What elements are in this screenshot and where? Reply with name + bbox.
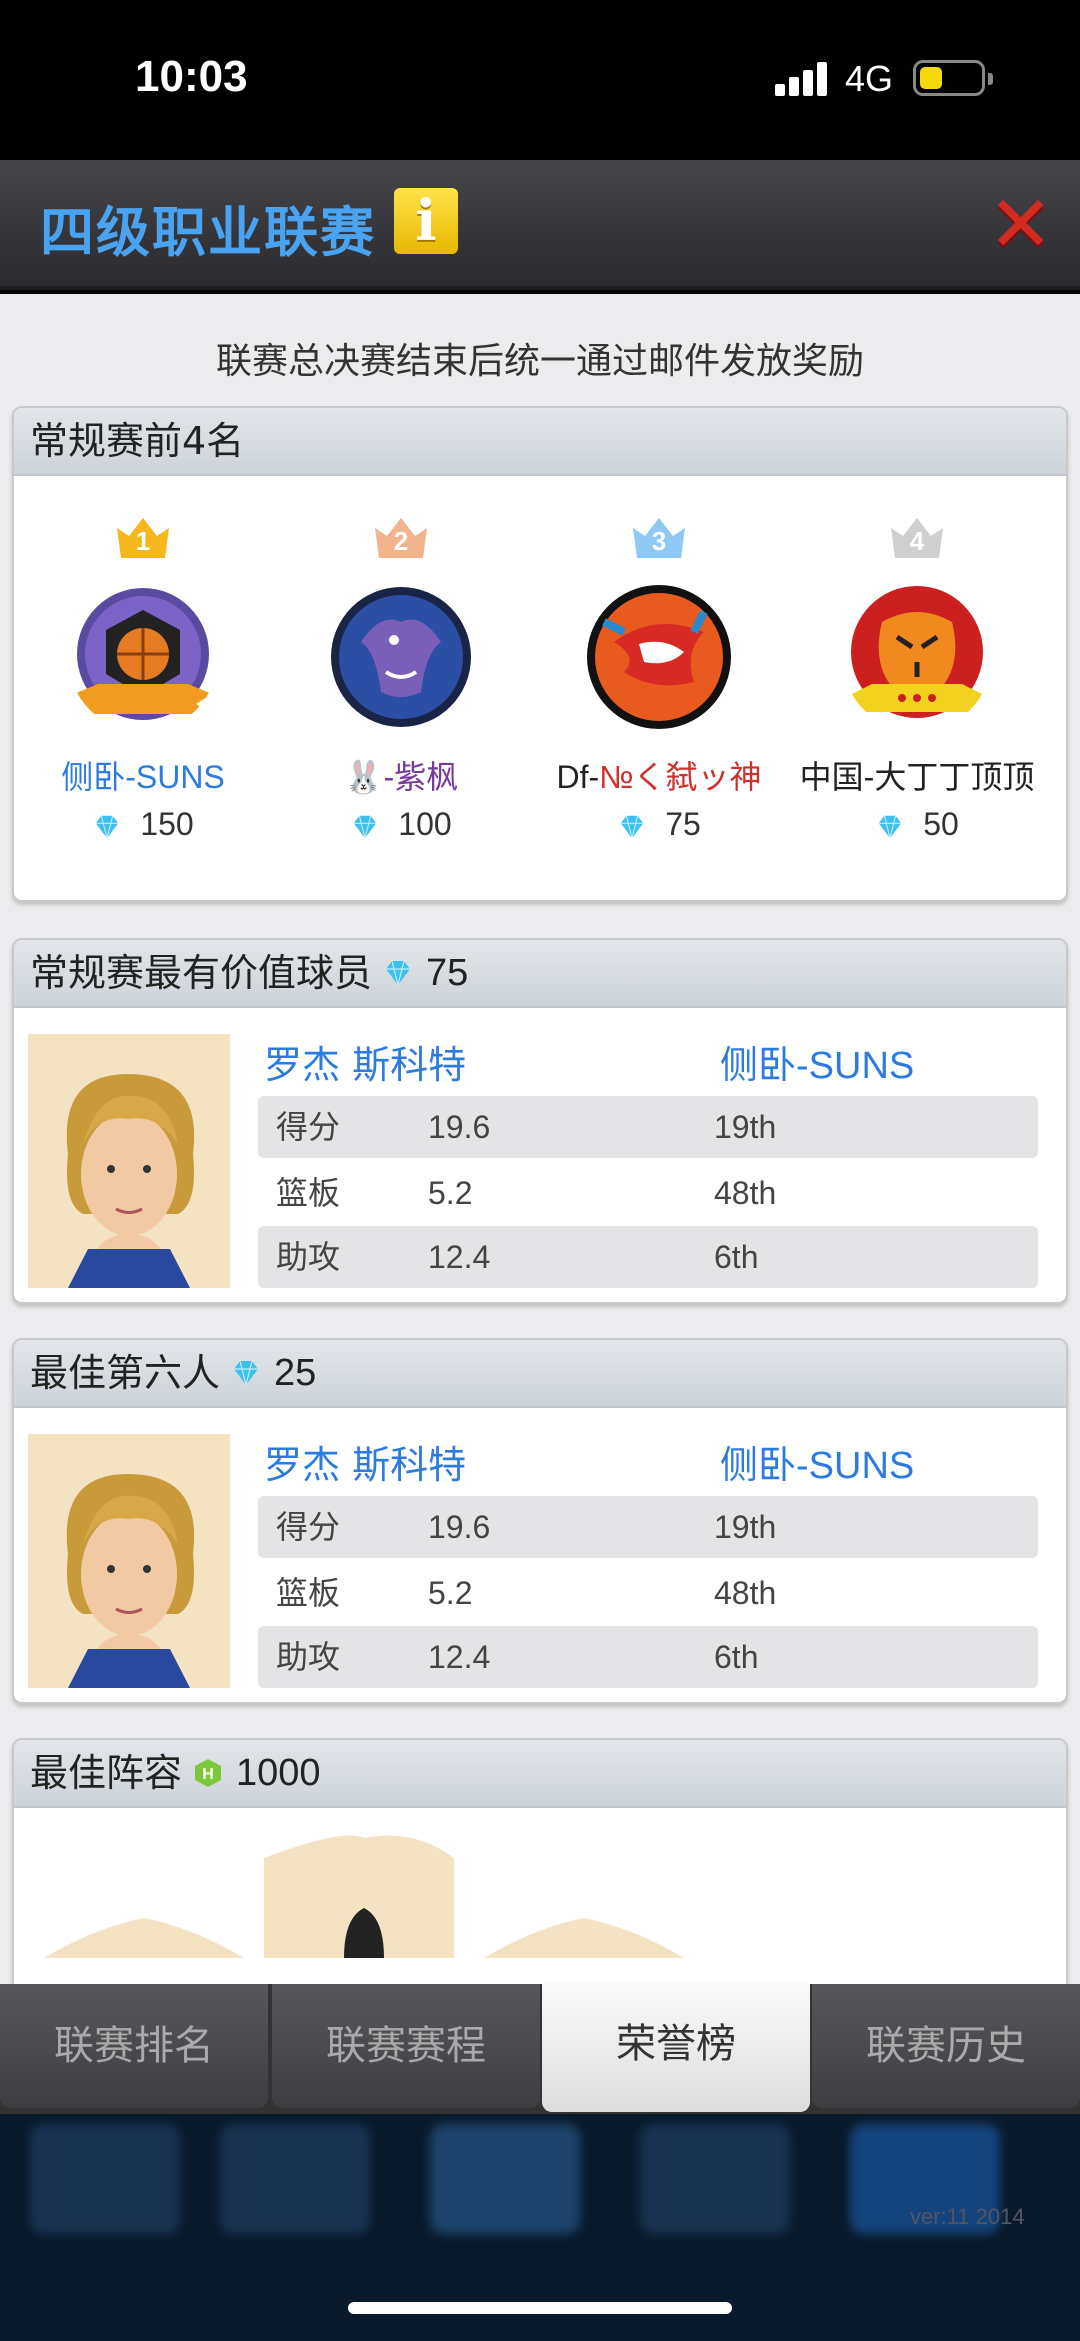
team-reward: 100 (272, 806, 530, 843)
tab-bar: 联赛排名 联赛赛程 荣誉榜 联赛历史 (0, 1982, 1080, 2114)
version-label: ver:11 2014 (910, 2204, 1025, 2229)
stat-row: 篮板 5.2 48th (276, 1174, 777, 1212)
lineup-title: 最佳阵容 (30, 1751, 183, 1795)
lineup-cards-partial (44, 1835, 684, 1958)
reward-notice: 联赛总决赛结束后统一通过邮件发放奖励 (215, 341, 864, 382)
player-name: 罗杰 斯科特 (264, 1043, 467, 1087)
diamond-icon (354, 815, 377, 838)
sixth-man-reward: 25 (274, 1352, 317, 1394)
network-label: 4G (845, 58, 894, 99)
team-name: Df-№く弑ッ神 (556, 759, 762, 795)
stat-row: 得分 19.6 19th (258, 1496, 1038, 1558)
honor-content[interactable]: 联赛总决赛结束后统一通过邮件发放奖励 常规赛前4名 1 侧卧-SUNS 150 (0, 294, 1080, 1984)
info-button[interactable]: i (394, 188, 458, 254)
team-name: 侧卧-SUNS (61, 759, 225, 795)
svg-text:H: H (202, 1766, 214, 1783)
player-team: 侧卧-SUNS (720, 1045, 915, 1087)
tab-league-ranking[interactable]: 联赛排名 (0, 1984, 268, 2108)
sixth-man-player[interactable]: 罗杰 斯科特 侧卧-SUNS 得分 19.6 19th 篮板 5.2 48th 助攻 12… (14, 1408, 1066, 1702)
team-reward: 75 (530, 806, 788, 843)
diamond-icon (386, 960, 411, 986)
lineup-area[interactable] (14, 1808, 1066, 1984)
lineup-reward: 1000 (236, 1752, 321, 1794)
league-header: 四级职业联赛 i ✕ (0, 160, 1080, 290)
team-reward: 50 (788, 806, 1046, 843)
mvp-reward: 75 (426, 952, 469, 994)
diamond-icon (878, 815, 902, 838)
team-reward: 150 (14, 806, 272, 843)
mvp-title: 常规赛最有价值球员 (30, 951, 373, 995)
top4-card: 常规赛前4名 1 侧卧-SUNS 150 2 🐰-紫枫 100 3 Df-№く弑… (12, 406, 1068, 902)
signal-icon (775, 62, 829, 96)
lineup-header: 最佳阵容 H 1000 (14, 1740, 1066, 1808)
bull-team-logo (587, 585, 731, 729)
team-name: 中国-大丁丁顶顶 (799, 759, 1035, 795)
sixth-man-card: 最佳第六人 25 罗杰 斯科特 侧卧-SUNS 得分 19.6 19th 篮板 5.2… (12, 1338, 1068, 1704)
player-portrait (28, 1034, 230, 1288)
top4-header: 常规赛前4名 (14, 408, 1066, 476)
stat-row: 得分 19.6 19th (258, 1096, 1038, 1158)
player-team: 侧卧-SUNS (720, 1445, 915, 1487)
crown-gold-icon: 1 (113, 514, 173, 562)
tab-league-history[interactable]: 联赛历史 (812, 1984, 1080, 2108)
best-lineup-card: 最佳阵容 H 1000 (12, 1738, 1068, 1984)
stat-row: 篮板 5.2 48th (276, 1574, 777, 1612)
status-bar: 10:03 4G (0, 0, 1080, 160)
suns-team-logo (74, 588, 212, 720)
mvp-card: 常规赛最有价值球员 75 罗杰 斯科特 侧卧-SUNS 得分 19.6 19th 篮… (12, 938, 1068, 1304)
sixth-man-header: 最佳第六人 25 (14, 1340, 1066, 1408)
tab-league-schedule[interactable]: 联赛赛程 (272, 1984, 540, 2108)
diamond-icon (96, 815, 119, 838)
diamond-icon (234, 1360, 259, 1386)
crown-bronze-icon: 2 (371, 514, 431, 562)
tab-honor-roll[interactable]: 荣誉榜 (542, 1982, 810, 2112)
mvp-header: 常规赛最有价值球员 75 (14, 940, 1066, 1008)
crown-blue-icon: 3 (629, 514, 689, 562)
team-name: 🐰-紫枫 (343, 759, 459, 795)
battery-icon (913, 60, 993, 96)
stat-row: 助攻 12.4 6th (258, 1226, 1038, 1288)
page-title: 四级职业联赛 (40, 201, 376, 264)
h-coin-icon: H (195, 1759, 222, 1787)
top4-title: 常规赛前4名 (30, 419, 245, 463)
sixth-man-title: 最佳第六人 (30, 1351, 221, 1395)
player-portrait (28, 1434, 230, 1688)
status-time: 10:03 (135, 52, 248, 101)
tiger-team-logo (851, 586, 983, 718)
home-indicator[interactable] (348, 2302, 732, 2314)
player-name: 罗杰 斯科特 (264, 1443, 467, 1487)
crown-silver-icon: 4 (887, 514, 947, 562)
close-button[interactable]: ✕ (988, 186, 1053, 264)
dragon-team-logo (331, 587, 471, 727)
diamond-icon (620, 815, 644, 838)
stat-row: 助攻 12.4 6th (258, 1626, 1038, 1688)
mvp-player[interactable]: 罗杰 斯科特 侧卧-SUNS 得分 19.6 19th 篮板 5.2 48th 助攻 12… (14, 1008, 1066, 1302)
